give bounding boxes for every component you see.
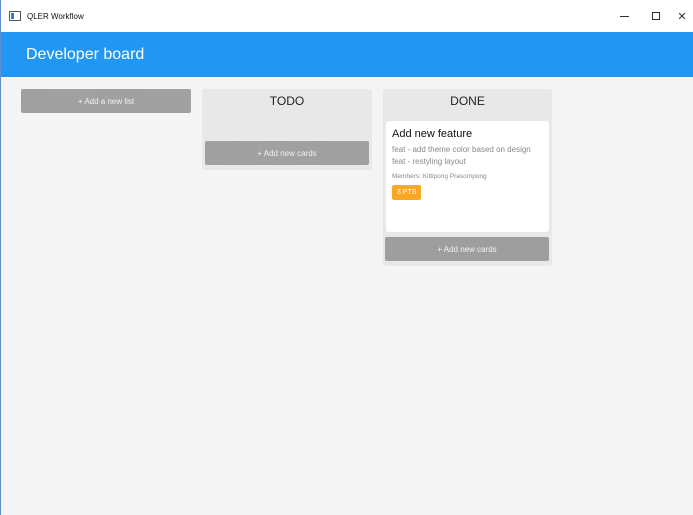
points-badge: 3 PTS: [392, 185, 422, 200]
card-description-line: feat - add theme color based on design: [392, 145, 531, 154]
title-bar[interactable]: QLER Workflow ✕: [1, 0, 693, 32]
add-card-button-todo[interactable]: + Add new cards: [205, 141, 369, 165]
app-icon: [9, 11, 21, 21]
card-add-new-feature[interactable]: Add new feature feat - add theme color b…: [386, 121, 549, 232]
minimize-button[interactable]: [609, 0, 640, 32]
maximize-icon: [651, 12, 660, 20]
list-title: TODO: [269, 94, 305, 108]
card-description: feat - add theme color based on design f…: [392, 144, 543, 168]
close-icon: ✕: [677, 9, 687, 23]
card-description-line: feat - restyling layout: [392, 157, 466, 166]
add-card-button-done[interactable]: + Add new cards: [385, 237, 549, 261]
window-controls: ✕: [609, 0, 693, 32]
list-title: DONE: [450, 94, 485, 108]
card-title: Add new feature: [392, 128, 473, 140]
window-title: QLER Workflow: [27, 11, 84, 21]
add-list-button[interactable]: + Add a new list: [21, 89, 191, 113]
app-window: QLER Workflow ✕ Developer board + Add a …: [0, 0, 693, 515]
maximize-button[interactable]: [640, 0, 671, 32]
list-done: DONE Add new feature feat - add theme co…: [383, 89, 552, 266]
board-title: Developer board: [26, 45, 145, 63]
list-todo: TODO + Add new cards: [202, 89, 372, 170]
app-header: Developer board: [1, 32, 693, 77]
minimize-icon: [620, 15, 629, 17]
close-button[interactable]: ✕: [671, 0, 693, 32]
card-members: Members: Kittipong Prasompong: [392, 173, 487, 180]
